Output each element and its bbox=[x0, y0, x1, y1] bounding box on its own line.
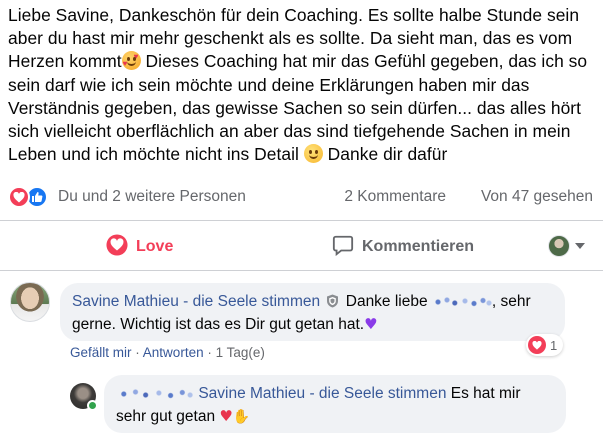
comment-label: Kommentieren bbox=[362, 238, 475, 255]
blurred-mention bbox=[431, 297, 492, 307]
folded-hands-icon: ✋ bbox=[232, 409, 251, 425]
love-label: Love bbox=[136, 238, 174, 255]
speech-bubble-icon bbox=[332, 234, 362, 261]
reply-link[interactable]: Antworten bbox=[143, 345, 204, 360]
smiling-face-emoji bbox=[303, 144, 323, 164]
divider bbox=[0, 270, 603, 271]
comment-meta: Gefällt mir · Antworten · 1 Tag(e) bbox=[70, 345, 265, 360]
comment-author-link[interactable]: Savine Mathieu - die Seele stimmen bbox=[72, 293, 320, 310]
heart-icon bbox=[106, 233, 136, 261]
mention-link[interactable]: Savine Mathieu - die Seele stimmen bbox=[198, 385, 446, 402]
reaction-icons[interactable] bbox=[8, 186, 48, 208]
heart-icon bbox=[528, 336, 546, 354]
comment-bubble: Savine Mathieu - die Seele stimmen Danke… bbox=[60, 283, 565, 341]
post-stats: Du und 2 weitere Personen 2 Kommentare V… bbox=[8, 185, 593, 209]
blurred-author[interactable] bbox=[116, 389, 194, 399]
separator: · bbox=[135, 345, 140, 360]
post-text: Liebe Savine, Dankeschön für dein Coachi… bbox=[8, 4, 600, 166]
post-text-part3: Danke dir dafür bbox=[322, 144, 448, 165]
comment-count-link[interactable]: 2 Kommentare bbox=[344, 188, 446, 206]
comment-button[interactable]: Kommentieren bbox=[332, 229, 474, 265]
action-bar: Love Kommentieren bbox=[0, 229, 603, 267]
avatar bbox=[548, 235, 570, 257]
view-count[interactable]: Von 47 gesehen bbox=[481, 188, 593, 206]
like-link[interactable]: Gefällt mir bbox=[70, 345, 132, 360]
separator: · bbox=[207, 345, 212, 360]
love-button[interactable]: Love bbox=[106, 229, 173, 265]
heart-icon bbox=[8, 186, 30, 208]
online-status-dot bbox=[87, 400, 98, 411]
avatar[interactable] bbox=[10, 282, 50, 322]
red-heart-icon: ♥ bbox=[219, 407, 233, 425]
divider bbox=[0, 220, 603, 221]
reply-bubble: Savine Mathieu - die Seele stimmen Es ha… bbox=[104, 375, 566, 433]
reaction-count-value: 1 bbox=[550, 337, 558, 353]
profile-selector[interactable] bbox=[548, 235, 585, 257]
chevron-down-icon bbox=[575, 243, 585, 249]
reaction-people-link[interactable]: Du und 2 weitere Personen bbox=[58, 188, 246, 206]
comment-reaction-count[interactable]: 1 bbox=[526, 334, 564, 356]
shield-icon bbox=[326, 293, 339, 308]
purple-heart-icon: ♥ bbox=[364, 315, 378, 333]
comment-text-a: Danke liebe bbox=[345, 293, 428, 310]
smiling-face-with-hearts-emoji: ♥ ♥ bbox=[121, 51, 141, 71]
comment-timestamp[interactable]: 1 Tag(e) bbox=[216, 345, 265, 360]
